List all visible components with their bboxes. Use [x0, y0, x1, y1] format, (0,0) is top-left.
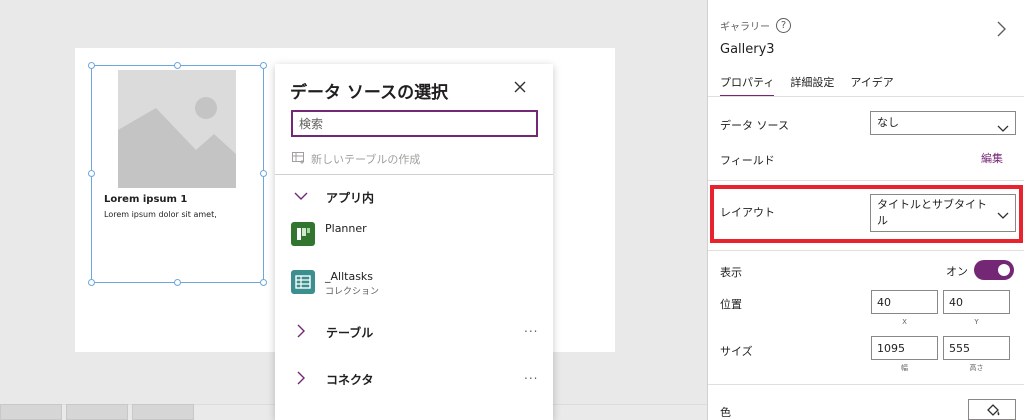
edit-fields-link[interactable]: 編集: [981, 150, 1003, 166]
data-source-search-input[interactable]: [291, 110, 538, 137]
data-source-item-planner[interactable]: Planner: [291, 222, 531, 252]
planner-icon: [291, 222, 315, 246]
collection-icon: [291, 270, 315, 294]
width-caption: 幅: [901, 364, 908, 372]
section-label: コネクタ: [326, 373, 374, 387]
layout-highlight-box: [710, 185, 1023, 243]
properties-tabs: プロパティ 詳細設定 アイデア: [720, 74, 910, 97]
resize-handle-top-center[interactable]: [174, 62, 181, 69]
data-source-value: なし: [877, 116, 899, 129]
height-caption: 高さ: [969, 364, 984, 372]
color-label: 色: [720, 406, 731, 419]
new-table-button[interactable]: 新しいテーブルの作成: [292, 151, 420, 167]
data-source-dropdown[interactable]: なし: [870, 111, 1016, 135]
screen-thumbnail[interactable]: [0, 404, 62, 420]
data-source-description: コレクション: [325, 287, 380, 297]
y-caption: Y: [974, 318, 979, 326]
visible-toggle[interactable]: [974, 260, 1014, 280]
screen-thumbnail[interactable]: [132, 404, 194, 420]
data-source-name: _Alltasks: [325, 270, 374, 283]
flyout-title: データ ソースの選択: [290, 83, 449, 103]
section-label: アプリ内: [326, 191, 375, 205]
section-connectors[interactable]: コネクタ ...: [275, 366, 553, 390]
control-type-label: ギャラリー: [720, 22, 770, 33]
toggle-knob: [998, 264, 1010, 276]
size-height-input[interactable]: [943, 336, 1010, 360]
section-label: テーブル: [326, 326, 374, 340]
divider: [275, 174, 553, 175]
position-label: 位置: [720, 298, 742, 311]
divider: [708, 96, 1024, 97]
help-icon[interactable]: ?: [776, 18, 791, 33]
chevron-down-icon: [997, 119, 1009, 132]
chevron-down-icon: [294, 188, 308, 202]
resize-handle-top-left[interactable]: [88, 62, 95, 69]
resize-handle-bottom-left[interactable]: [88, 279, 95, 286]
data-source-flyout: データ ソースの選択 新しいテーブルの作成 アプリ内 Planner _Allt…: [275, 64, 553, 420]
section-in-app[interactable]: アプリ内: [275, 184, 553, 208]
paint-bucket-icon: [985, 402, 1001, 420]
control-name[interactable]: Gallery3: [720, 42, 775, 57]
resize-handle-bottom-center[interactable]: [174, 279, 181, 286]
gallery-selection-box[interactable]: [91, 65, 264, 283]
chevron-right-icon[interactable]: [996, 20, 1008, 38]
more-options-button[interactable]: ...: [524, 321, 538, 335]
chevron-right-icon: [294, 370, 308, 385]
position-x-input[interactable]: [871, 290, 938, 314]
table-add-icon: [292, 151, 306, 167]
color-picker-button[interactable]: [968, 399, 1016, 420]
screen-thumbnail[interactable]: [66, 404, 128, 420]
size-width-input[interactable]: [871, 336, 938, 360]
tab-properties[interactable]: プロパティ: [720, 74, 775, 97]
resize-handle-middle-left[interactable]: [88, 170, 95, 177]
size-label: サイズ: [720, 345, 753, 358]
resize-handle-middle-right[interactable]: [260, 170, 267, 177]
divider: [708, 384, 1024, 385]
visible-label: 表示: [720, 266, 742, 279]
data-source-item-alltasks[interactable]: _Alltasks コレクション: [291, 270, 531, 300]
divider: [708, 250, 1024, 251]
data-source-name: Planner: [325, 222, 367, 235]
new-table-label: 新しいテーブルの作成: [311, 153, 421, 166]
section-tables[interactable]: テーブル ...: [275, 319, 553, 343]
fields-label: フィールド: [720, 154, 775, 167]
close-icon[interactable]: [511, 78, 529, 96]
data-source-label: データ ソース: [720, 119, 789, 132]
resize-handle-bottom-right[interactable]: [260, 279, 267, 286]
divider: [708, 180, 1024, 181]
control-type: ギャラリー ?: [720, 18, 791, 33]
chevron-right-icon: [294, 323, 308, 338]
tab-advanced[interactable]: 詳細設定: [790, 74, 834, 97]
more-options-button[interactable]: ...: [524, 368, 538, 382]
visible-state-label: オン: [946, 265, 968, 278]
position-y-input[interactable]: [943, 290, 1010, 314]
resize-handle-top-right[interactable]: [260, 62, 267, 69]
tab-ideas[interactable]: アイデア: [850, 74, 893, 97]
x-caption: X: [902, 318, 907, 326]
